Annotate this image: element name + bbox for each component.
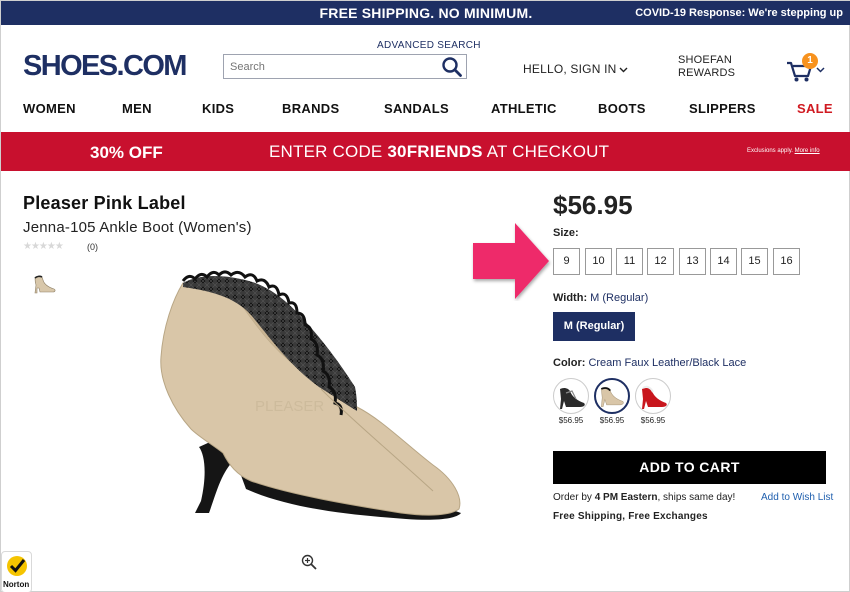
promo-discount: 30% OFF [90, 143, 163, 162]
promo-banner[interactable]: 30% OFF ENTER CODE 30FRIENDS AT CHECKOUT… [1, 132, 850, 171]
size-option[interactable]: 14 [710, 248, 737, 275]
promo-exclusions: Exclusions apply. More info [747, 148, 820, 154]
nav-sandals[interactable]: SANDALS [384, 101, 449, 116]
pointer-arrow [473, 223, 549, 299]
swatch-price: $56.95 [599, 416, 625, 425]
size-option[interactable]: 12 [647, 248, 674, 275]
promo-code: 30FRIENDS [387, 142, 483, 161]
color-swatch-black[interactable] [553, 378, 589, 414]
review-count[interactable]: (0) [87, 242, 98, 252]
nav-slippers[interactable]: SLIPPERS [689, 101, 756, 116]
product-thumbnail[interactable] [31, 271, 57, 295]
rewards-line-1: SHOEFAN [678, 54, 732, 66]
search-input[interactable] [224, 55, 424, 78]
color-swatch-cream[interactable] [594, 378, 630, 414]
swatch-price: $56.95 [640, 416, 666, 425]
cart-button[interactable]: 1 [786, 53, 828, 82]
width-value: M (Regular) [590, 292, 649, 304]
norton-label: Norton [3, 580, 30, 589]
product-price: $56.95 [553, 190, 633, 220]
promo-code-text: ENTER CODE 30FRIENDS AT CHECKOUT [269, 142, 609, 162]
free-shipping-exchanges: Free Shipping, Free Exchanges [553, 511, 708, 522]
size-label: Size: [553, 227, 579, 239]
nav-men[interactable]: MEN [122, 101, 152, 116]
promo-code-suffix: AT CHECKOUT [482, 142, 610, 161]
sign-in-label: HELLO, SIGN IN [523, 62, 617, 76]
rewards-line-2: REWARDS [678, 67, 736, 79]
nav-sale[interactable]: SALE [797, 101, 833, 116]
chevron-down-icon [619, 67, 627, 73]
color-swatch-red[interactable] [635, 378, 671, 414]
size-option[interactable]: 11 [616, 248, 643, 275]
rating-stars[interactable]: ★★★★★ [23, 241, 64, 252]
product-image[interactable]: PLEASER [151, 269, 471, 527]
size-option[interactable]: 13 [679, 248, 706, 275]
zoom-icon[interactable] [301, 554, 317, 570]
color-value: Cream Faux Leather/Black Lace [588, 357, 747, 369]
cart-count-badge: 1 [802, 53, 818, 69]
sign-in-menu[interactable]: HELLO, SIGN IN [523, 62, 628, 76]
nav-kids[interactable]: KIDS [202, 101, 234, 116]
add-to-wishlist-link[interactable]: Add to Wish List [761, 492, 833, 503]
norton-badge[interactable]: Norton [1, 551, 32, 592]
shoefan-rewards-link[interactable]: SHOEFAN REWARDS [678, 54, 735, 80]
exclusions-text: Exclusions apply. [747, 148, 795, 154]
top-announcement-bar: FREE SHIPPING. NO MINIMUM. COVID-19 Resp… [1, 1, 850, 25]
add-to-cart-button[interactable]: ADD TO CART [553, 451, 826, 484]
product-watermark: PLEASER [255, 398, 324, 415]
nav-women[interactable]: WOMEN [23, 101, 76, 116]
search-icon[interactable] [441, 56, 463, 78]
nav-athletic[interactable]: ATHLETIC [491, 101, 557, 116]
norton-check-icon [7, 556, 27, 576]
width-label: Width: M (Regular) [553, 292, 649, 304]
size-option[interactable]: 10 [585, 248, 612, 275]
width-option-m[interactable]: M (Regular) [553, 312, 635, 341]
covid-response-link[interactable]: COVID-19 Response: We're stepping up [635, 7, 843, 19]
nav-boots[interactable]: BOOTS [598, 101, 646, 116]
main-nav: WOMEN MEN KIDS BRANDS SANDALS ATHLETIC B… [1, 101, 850, 117]
size-option[interactable]: 15 [741, 248, 768, 275]
promo-code-prefix: ENTER CODE [269, 142, 388, 161]
product-brand[interactable]: Pleaser Pink Label [23, 193, 186, 214]
search-box [223, 54, 467, 79]
shipping-cutoff: Order by 4 PM Eastern, ships same day! [553, 492, 736, 503]
size-option[interactable]: 16 [773, 248, 800, 275]
swatch-price: $56.95 [558, 416, 584, 425]
nav-brands[interactable]: BRANDS [282, 101, 339, 116]
color-label: Color: Cream Faux Leather/Black Lace [553, 357, 747, 369]
product-name: Jenna-105 Ankle Boot (Women's) [23, 219, 252, 236]
advanced-search-link[interactable]: ADVANCED SEARCH [377, 40, 481, 51]
more-info-link[interactable]: More info [795, 148, 820, 154]
site-logo[interactable]: SHOES.COM [23, 50, 187, 83]
size-option[interactable]: 9 [553, 248, 580, 275]
